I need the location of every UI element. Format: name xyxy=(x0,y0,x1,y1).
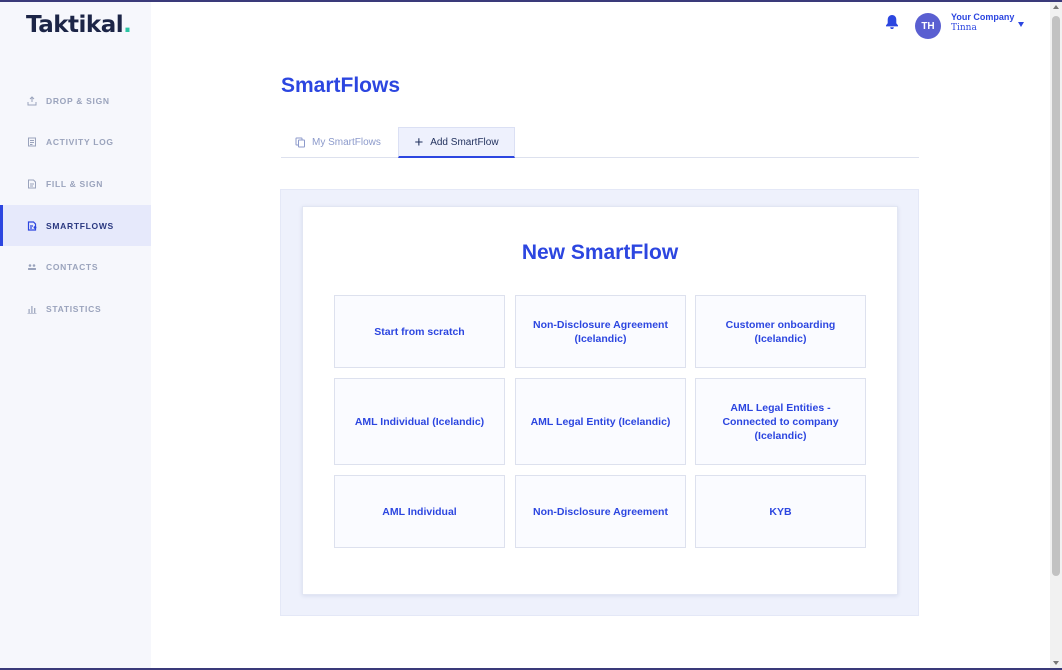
tab-label: Add SmartFlow xyxy=(430,136,499,148)
tab-my-smartflows[interactable]: My SmartFlows xyxy=(295,127,381,158)
logo-dot: . xyxy=(123,12,132,38)
sidebar-item-fill-sign[interactable]: FILL & SIGN xyxy=(0,163,151,205)
template-label: Start from scratch xyxy=(374,325,465,338)
sidebar-item-label: ACTIVITY LOG xyxy=(46,137,114,148)
copy-icon xyxy=(295,137,305,148)
upload-icon xyxy=(26,95,38,107)
form-icon xyxy=(26,178,38,190)
document-icon xyxy=(26,136,38,148)
account-menu[interactable]: Your Company Tinna xyxy=(951,12,1014,34)
page-title: SmartFlows xyxy=(281,74,401,97)
user-name: Tinna xyxy=(951,23,977,33)
bar-chart-icon xyxy=(26,303,38,315)
tab-label: My SmartFlows xyxy=(312,137,381,148)
sidebar-item-smartflows[interactable]: SMARTFLOWS xyxy=(0,204,151,247)
sidebar-nav: DROP & SIGN ACTIVITY LOG FILL & SIGN SMA… xyxy=(0,80,151,330)
template-nda[interactable]: Non-Disclosure Agreement xyxy=(515,475,686,548)
template-label: AML Individual (Icelandic) xyxy=(354,415,485,428)
scroll-down-arrow-icon[interactable] xyxy=(1053,661,1059,665)
template-aml-individual[interactable]: AML Individual xyxy=(334,475,505,548)
tab-bar: My SmartFlows + Add SmartFlow xyxy=(281,127,919,158)
template-aml-individual-icelandic[interactable]: AML Individual (Icelandic) xyxy=(334,378,505,465)
template-label: KYB xyxy=(769,505,792,518)
sidebar-item-activity-log[interactable]: ACTIVITY LOG xyxy=(0,122,151,164)
template-customer-onboarding-icelandic[interactable]: Customer onboarding (Icelandic) xyxy=(695,295,866,368)
template-label: AML Legal Entity (Icelandic) xyxy=(530,415,671,428)
bell-icon[interactable] xyxy=(885,14,899,30)
sidebar-item-label: FILL & SIGN xyxy=(46,178,104,189)
scroll-up-arrow-icon[interactable] xyxy=(1053,5,1059,9)
template-label: AML Individual xyxy=(382,505,457,518)
template-label: AML Legal Entities - Connected to compan… xyxy=(722,401,839,442)
template-kyb[interactable]: KYB xyxy=(695,475,866,548)
template-nda-icelandic[interactable]: Non-Disclosure Agreement (Icelandic) xyxy=(515,295,686,368)
sidebar-item-drop-sign[interactable]: DROP & SIGN xyxy=(0,80,151,122)
logo-text: Taktikal xyxy=(26,12,124,38)
people-icon xyxy=(26,261,38,273)
scrollbar[interactable] xyxy=(1050,2,1062,668)
card-title: New SmartFlow xyxy=(521,241,679,264)
logo[interactable]: Taktikal. xyxy=(26,12,132,38)
window-top-border xyxy=(0,0,1062,2)
scrollbar-thumb[interactable] xyxy=(1052,16,1060,576)
sidebar-item-label: DROP & SIGN xyxy=(46,95,110,106)
plus-icon: + xyxy=(414,133,424,151)
template-label: Non-Disclosure Agreement (Icelandic) xyxy=(533,318,668,345)
sidebar-item-label: STATISTICS xyxy=(46,303,102,314)
template-start-from-scratch[interactable]: Start from scratch xyxy=(334,295,505,368)
chevron-down-icon[interactable] xyxy=(1018,22,1024,27)
avatar[interactable]: TH xyxy=(915,13,941,39)
sidebar-item-label: CONTACTS xyxy=(46,262,99,273)
template-aml-legal-entities-connected[interactable]: AML Legal Entities - Connected to compan… xyxy=(695,378,866,465)
sidebar: Taktikal. DROP & SIGN ACTIVITY LOG FILL … xyxy=(0,2,151,668)
sidebar-item-statistics[interactable]: STATISTICS xyxy=(0,288,151,330)
template-aml-legal-entity-icelandic[interactable]: AML Legal Entity (Icelandic) xyxy=(515,378,686,465)
tab-add-smartflow[interactable]: + Add SmartFlow xyxy=(398,127,515,158)
flow-icon xyxy=(26,220,38,232)
sidebar-item-contacts[interactable]: CONTACTS xyxy=(0,246,151,288)
sidebar-item-label: SMARTFLOWS xyxy=(46,220,114,231)
template-label: Customer onboarding (Icelandic) xyxy=(725,318,836,345)
company-name: Your Company xyxy=(951,12,1015,22)
template-label: Non-Disclosure Agreement xyxy=(533,505,668,518)
